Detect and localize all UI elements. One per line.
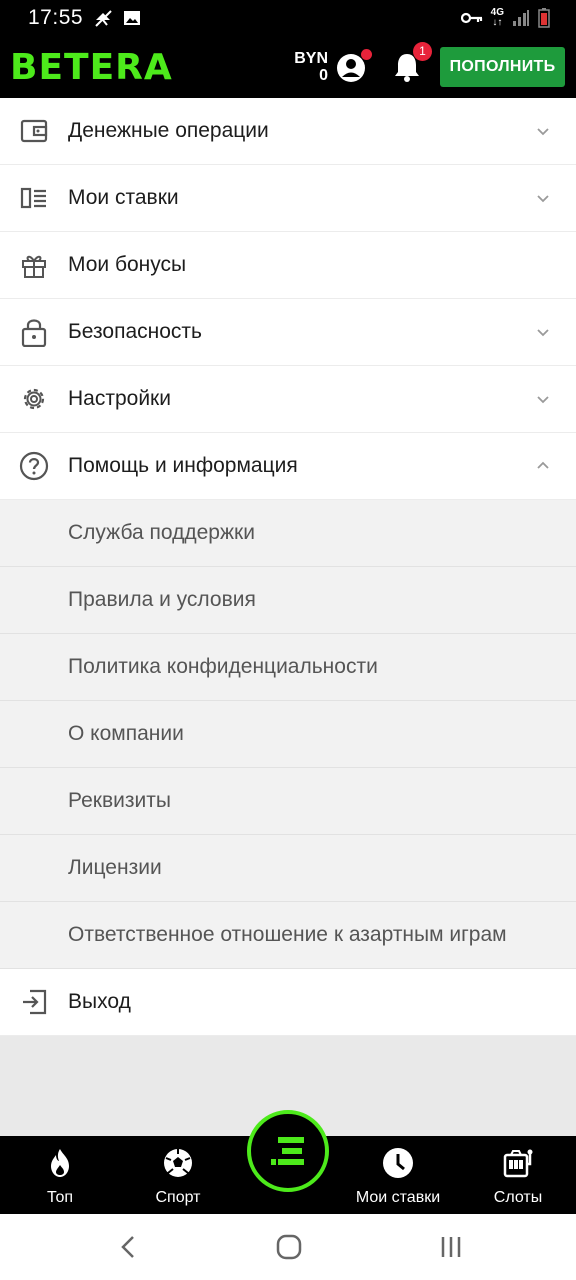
- balance-value: 0: [319, 67, 328, 84]
- menu-item-label: Безопасность: [68, 320, 202, 343]
- bets-list-icon: [19, 183, 49, 213]
- recents-icon[interactable]: [440, 1236, 462, 1258]
- menu-item-security[interactable]: Безопасность: [0, 299, 576, 366]
- menu-item-logout[interactable]: Выход: [0, 969, 576, 1036]
- help-link-licenses[interactable]: Лицензии: [0, 835, 576, 902]
- nav-label: Спорт: [155, 1189, 201, 1206]
- nav-top[interactable]: Топ: [18, 1136, 102, 1214]
- menu-item-money-operations[interactable]: Денежные операции: [0, 98, 576, 165]
- menu-item-label: Помощь и информация: [68, 454, 298, 477]
- betera-e-icon: [271, 1137, 304, 1165]
- help-link-responsible-gaming[interactable]: Ответственное отношение к азартным играм: [0, 902, 576, 969]
- help-link-requisites[interactable]: Реквизиты: [0, 768, 576, 835]
- gift-icon: [19, 250, 49, 280]
- status-time: 17:55: [28, 6, 84, 29]
- help-link-support[interactable]: Служба поддержки: [0, 500, 576, 567]
- clock-icon: [383, 1148, 413, 1178]
- nav-label: Слоты: [493, 1189, 543, 1206]
- menu-item-help-info[interactable]: Помощь и информация: [0, 433, 576, 500]
- home-icon[interactable]: [276, 1234, 302, 1260]
- help-link-terms[interactable]: Правила и условия: [0, 567, 576, 634]
- currency-label: BYN: [294, 50, 328, 67]
- nav-slots[interactable]: Слоты: [476, 1136, 560, 1214]
- nav-label: Мои ставки: [355, 1189, 441, 1206]
- wallet-icon: [19, 116, 49, 146]
- gear-icon: [19, 384, 49, 414]
- lock-icon: [19, 317, 49, 347]
- network-type: 4G ↓↑: [490, 7, 504, 28]
- menu-item-label: Настройки: [68, 387, 171, 410]
- betera-logo[interactable]: BETERA: [10, 47, 173, 88]
- signal-icon: [513, 10, 529, 26]
- account-menu: Денежные операции Мои ставки Мои бонусы …: [0, 98, 576, 1036]
- menu-item-label: Выход: [68, 990, 131, 1013]
- betera-home-button[interactable]: [247, 1110, 329, 1192]
- nav-my-bets[interactable]: Мои ставки: [346, 1136, 450, 1214]
- help-link-about[interactable]: О компании: [0, 701, 576, 768]
- menu-item-settings[interactable]: Настройки: [0, 366, 576, 433]
- app-header: BETERA BYN 0 1 ПОПОЛНИТЬ: [0, 36, 576, 98]
- system-navigation-bar: [0, 1214, 576, 1280]
- profile-alert-dot: [361, 49, 372, 60]
- chevron-up-icon[interactable]: [536, 459, 550, 473]
- slot-machine-icon: [503, 1149, 533, 1178]
- balance-display[interactable]: BYN 0: [294, 50, 328, 84]
- menu-item-label: Мои ставки: [68, 186, 179, 209]
- chevron-down-icon[interactable]: [536, 191, 550, 205]
- help-link-privacy[interactable]: Политика конфиденциальности: [0, 634, 576, 701]
- nav-label: Топ: [46, 1189, 74, 1206]
- satellite-icon: [95, 10, 112, 27]
- menu-item-my-bets[interactable]: Мои ставки: [0, 165, 576, 232]
- chevron-down-icon[interactable]: [536, 124, 550, 138]
- soccer-ball-icon: [164, 1149, 192, 1177]
- image-icon: [124, 11, 141, 25]
- menu-item-my-bonuses[interactable]: Мои бонусы: [0, 232, 576, 299]
- menu-item-label: Денежные операции: [68, 119, 269, 142]
- flame-icon: [51, 1149, 69, 1177]
- status-bar: 17:55 4G ↓↑: [0, 0, 576, 36]
- battery-icon: [538, 8, 550, 28]
- chevron-down-icon[interactable]: [536, 392, 550, 406]
- nav-sport[interactable]: Спорт: [136, 1136, 220, 1214]
- chevron-down-icon[interactable]: [536, 325, 550, 339]
- key-icon: [460, 12, 482, 24]
- back-icon[interactable]: [118, 1234, 138, 1260]
- notification-badge: 1: [413, 42, 432, 61]
- help-icon: [19, 451, 49, 481]
- topup-button[interactable]: ПОПОЛНИТЬ: [440, 47, 565, 87]
- logout-icon: [19, 987, 49, 1017]
- menu-item-label: Мои бонусы: [68, 253, 187, 276]
- notifications-button[interactable]: 1: [390, 42, 432, 84]
- profile-button[interactable]: [336, 49, 372, 84]
